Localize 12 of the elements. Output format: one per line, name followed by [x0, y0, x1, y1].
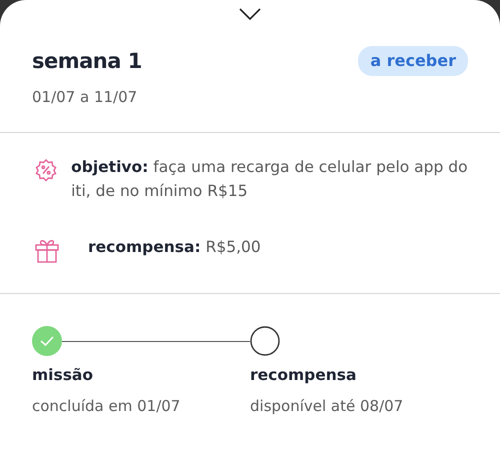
collapse-chevron-icon[interactable] — [239, 8, 261, 20]
gift-icon — [34, 237, 60, 263]
status-pill: a receber — [358, 46, 468, 76]
card-title: semana 1 — [32, 48, 142, 75]
step-title: recompensa — [250, 365, 358, 386]
step-subtitle: disponível até 08/07 — [250, 396, 404, 418]
step-title: missão — [32, 365, 94, 386]
goal-text: objetivo: faça uma recarga de celular pelo app do iti, de no mínimo R$15 — [71, 157, 468, 202]
step-subtitle: concluída em 01/07 — [32, 396, 182, 418]
reward-text: recompensa: R$5,00 — [88, 237, 261, 258]
discount-badge-icon — [34, 158, 58, 182]
date-range: 01/07 a 11/07 — [32, 86, 138, 108]
